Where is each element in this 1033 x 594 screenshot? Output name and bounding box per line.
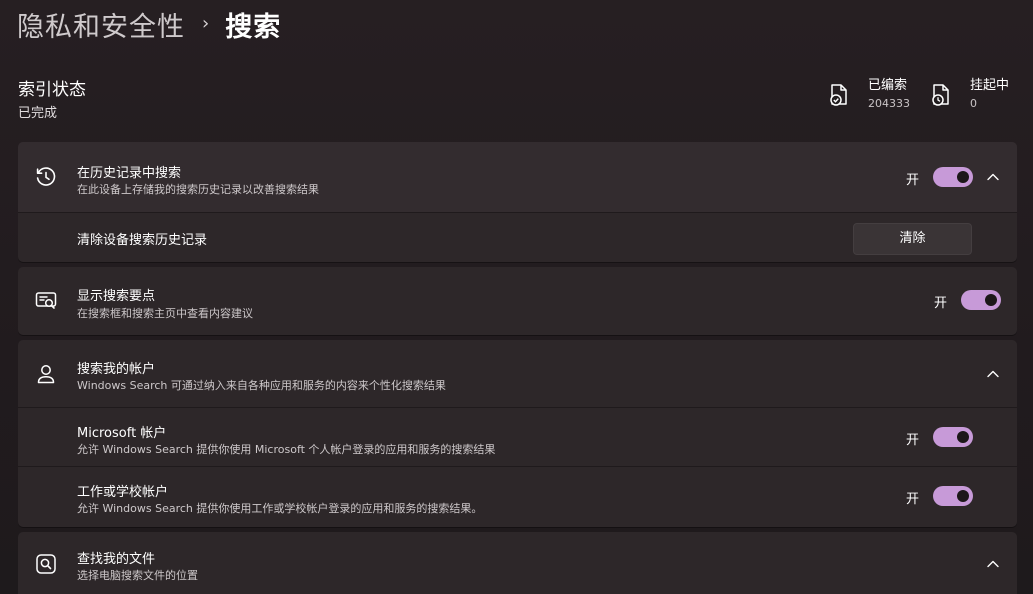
breadcrumb-separator: › — [202, 12, 210, 34]
search-history-title: 在历史记录中搜索 — [77, 166, 182, 181]
search-history-card: 在历史记录中搜索 在此设备上存储我的搜索历史记录以改善搜索结果 开 清除设备搜索… — [18, 142, 1017, 262]
document-check-icon — [830, 84, 847, 106]
clear-history-title: 清除设备搜索历史记录 — [77, 233, 208, 248]
search-accounts-card: 搜索我的帐户 Windows Search 可通过纳入来自各种应用和服务的内容来… — [18, 340, 1017, 527]
search-settings-page: 隐私和安全性 › 搜索 索引状态 已完成 已编索 204333 挂起中 0 在历… — [0, 0, 1033, 594]
indexed-label: 已编索 — [868, 78, 908, 93]
search-accounts-header[interactable]: 搜索我的帐户 Windows Search 可通过纳入来自各种应用和服务的内容来… — [18, 340, 1017, 407]
search-history-desc: 在此设备上存储我的搜索历史记录以改善搜索结果 — [77, 183, 319, 196]
pending-value: 0 — [970, 97, 977, 110]
search-accounts-title: 搜索我的帐户 — [77, 362, 156, 377]
search-history-header[interactable]: 在历史记录中搜索 在此设备上存储我的搜索历史记录以改善搜索结果 开 — [18, 142, 1017, 212]
search-accounts-desc: Windows Search 可通过纳入来自各种应用和服务的内容来个性化搜索结果 — [77, 379, 446, 392]
pending-stat: 挂起中 0 — [931, 78, 1009, 112]
toggle-knob — [957, 171, 969, 183]
work-account-row: 工作或学校帐户 允许 Windows Search 提供你使用工作或学校帐户登录… — [18, 467, 1017, 527]
page-title: 搜索 — [225, 11, 282, 43]
search-highlights-desc: 在搜索框和搜索主页中查看内容建议 — [77, 307, 253, 320]
find-files-title: 查找我的文件 — [77, 552, 156, 567]
search-highlights-toggle-label: 开 — [934, 296, 948, 311]
index-status-title: 索引状态 — [18, 80, 86, 100]
clear-button[interactable]: 清除 — [853, 223, 972, 255]
search-highlights-icon — [35, 292, 57, 309]
work-account-toggle[interactable] — [933, 486, 973, 506]
search-highlights-title: 显示搜索要点 — [77, 289, 156, 304]
pending-label: 挂起中 — [970, 78, 1010, 93]
search-history-toggle[interactable] — [933, 167, 973, 187]
toggle-knob — [985, 294, 997, 306]
document-pending-icon — [932, 84, 949, 106]
chevron-up-icon[interactable] — [986, 170, 1000, 184]
clear-history-row: 清除设备搜索历史记录 清除 — [18, 213, 1017, 262]
find-files-card[interactable]: 查找我的文件 选择电脑搜索文件的位置 — [18, 532, 1017, 594]
chevron-up-icon[interactable] — [986, 367, 1000, 381]
work-account-title: 工作或学校帐户 — [77, 485, 169, 500]
index-status-value: 已完成 — [18, 106, 58, 121]
search-highlights-toggle[interactable] — [961, 290, 1001, 310]
search-files-icon — [36, 554, 56, 574]
toggle-knob — [957, 431, 969, 443]
work-account-toggle-label: 开 — [906, 492, 920, 507]
indexed-stat: 已编索 204333 — [829, 78, 910, 112]
microsoft-account-desc: 允许 Windows Search 提供你使用 Microsoft 个人帐户登录… — [77, 443, 496, 456]
find-files-desc: 选择电脑搜索文件的位置 — [77, 569, 198, 582]
microsoft-account-title: Microsoft 帐户 — [77, 426, 167, 441]
history-icon — [36, 167, 56, 186]
work-account-desc: 允许 Windows Search 提供你使用工作或学校帐户登录的应用和服务的搜… — [77, 502, 483, 515]
indexed-value: 204333 — [868, 97, 910, 110]
microsoft-account-row: Microsoft 帐户 允许 Windows Search 提供你使用 Mic… — [18, 408, 1017, 466]
toggle-knob — [957, 490, 969, 502]
microsoft-account-toggle[interactable] — [933, 427, 973, 447]
breadcrumb: 隐私和安全性 › 搜索 — [17, 5, 282, 44]
chevron-up-icon[interactable] — [986, 557, 1000, 571]
microsoft-account-toggle-label: 开 — [906, 433, 920, 448]
breadcrumb-privacy-security[interactable]: 隐私和安全性 — [17, 5, 185, 44]
search-highlights-card[interactable]: 显示搜索要点 在搜索框和搜索主页中查看内容建议 开 — [18, 267, 1017, 335]
person-icon — [37, 365, 55, 384]
search-history-toggle-label: 开 — [906, 173, 920, 188]
